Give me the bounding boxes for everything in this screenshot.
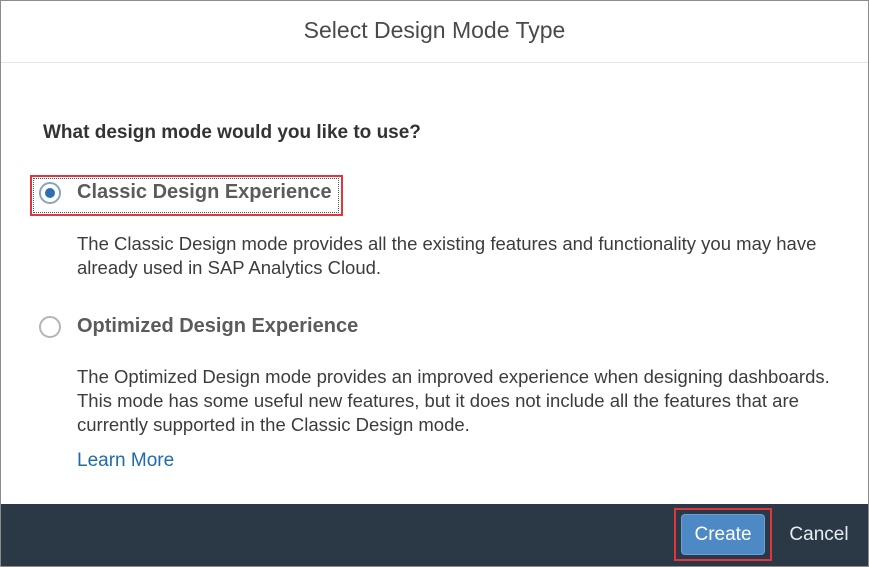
radio-unselected-icon[interactable] [39,315,61,338]
radio-option-optimized[interactable]: Optimized Design Experience [39,315,358,338]
radio-selected-icon[interactable] [39,181,61,204]
cancel-button[interactable]: Cancel [779,514,859,555]
classic-option-description: The Classic Design mode provides all the… [77,233,817,278]
radio-option-classic[interactable]: Classic Design Experience [39,181,332,204]
optimized-option-label: Optimized Design Experience [77,315,359,337]
design-mode-dialog: Select Design Mode Type What design mode… [0,0,869,567]
dialog-title: Select Design Mode Type [303,17,566,43]
design-mode-question: What design mode would you like to use? [43,122,421,143]
learn-more-link[interactable]: Learn More [77,450,174,472]
dialog-header: Select Design Mode Type [1,1,868,63]
create-button[interactable]: Create [681,514,765,555]
optimized-option-description: The Optimized Design mode provides an im… [77,366,830,435]
radio-dot [45,187,55,198]
classic-option-label: Classic Design Experience [77,181,332,203]
